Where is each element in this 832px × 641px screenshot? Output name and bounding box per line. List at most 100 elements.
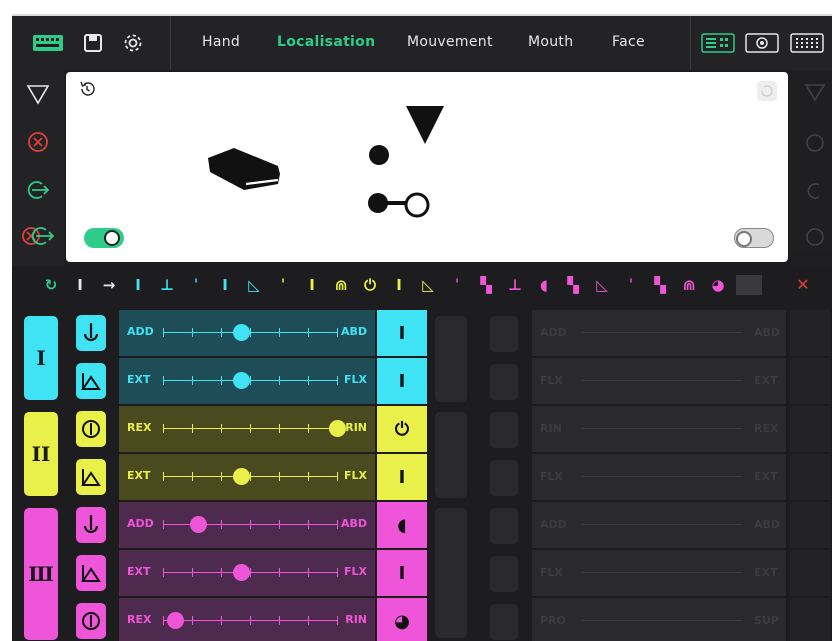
cancel-circle-icon[interactable]: [20, 124, 56, 160]
strip-handshape-glyph[interactable]: ⋒: [678, 274, 700, 296]
matrix-view-icon[interactable]: [790, 31, 824, 55]
joint-ext-button[interactable]: [76, 459, 106, 495]
ghost-slider: [532, 454, 786, 500]
joint-slider[interactable]: EXT FLX: [119, 550, 375, 596]
strip-handshape-glyph[interactable]: ˈ: [620, 274, 642, 296]
ghost-slider-track: [582, 380, 742, 381]
slider-thumb[interactable]: [233, 324, 251, 341]
slider-track[interactable]: [163, 612, 338, 629]
joint-slider[interactable]: EXT FLX: [119, 358, 375, 404]
cancel-enter-icon: [804, 226, 826, 252]
strip-handshape-glyph[interactable]: ˈ: [272, 274, 294, 296]
strip-handshape-glyph[interactable]: ˈ: [185, 274, 207, 296]
slider-track[interactable]: [163, 372, 338, 389]
strip-handshape-glyph[interactable]: ⏻: [359, 274, 381, 296]
hand-shape-glyph: [204, 144, 294, 200]
strip-handshape-glyph[interactable]: ⊥: [156, 274, 178, 296]
slider-tick: [337, 568, 338, 577]
slider-tick: [163, 520, 164, 529]
joint-slider[interactable]: ADD ABD: [119, 502, 375, 548]
layout-grid-icon[interactable]: [701, 31, 735, 55]
strip-handshape-glyph[interactable]: ⋒: [330, 274, 352, 296]
joint-ext-button[interactable]: [76, 555, 106, 591]
filter-triangle-icon[interactable]: [20, 76, 56, 112]
joint-rex-button[interactable]: [76, 603, 106, 639]
eye-view-icon[interactable]: [745, 31, 779, 55]
strip-handshape-glyph[interactable]: I: [127, 274, 149, 296]
joint-ext-button[interactable]: [76, 363, 106, 399]
save-icon[interactable]: [82, 31, 104, 55]
joint-slider[interactable]: ADD ABD: [119, 310, 375, 356]
nav-tab-face[interactable]: Face: [612, 34, 645, 50]
ghost-slider-track: [582, 620, 742, 621]
cancel-enter-icon[interactable]: [20, 218, 56, 254]
close-icon[interactable]: ✕: [792, 275, 814, 295]
gear-icon[interactable]: [122, 31, 144, 55]
ghost-slider-right-label: EXT: [754, 374, 778, 387]
toolbar-divider: [170, 16, 171, 70]
slider-tick: [250, 616, 251, 625]
ghost-slider-left-label: ADD: [540, 518, 567, 531]
slider-thumb[interactable]: [329, 420, 346, 437]
right-toggle-switch[interactable]: [734, 228, 774, 248]
strip-handshape-glyph[interactable]: I: [69, 274, 91, 296]
joint-state-indicator: ⏻: [377, 406, 427, 452]
strip-handshape-glyph[interactable]: ▚: [475, 274, 497, 296]
slider-track[interactable]: [163, 516, 338, 533]
strip-handshape-glyph[interactable]: ◖: [533, 274, 555, 296]
finger-group-1-button[interactable]: I: [24, 316, 58, 400]
slider-tick: [221, 568, 222, 577]
ghost-group-button: [435, 412, 467, 498]
joint-add-button[interactable]: [76, 507, 106, 543]
strip-handshape-glyph[interactable]: I: [214, 274, 236, 296]
strip-handshape-glyph[interactable]: ◺: [417, 274, 439, 296]
slider-track[interactable]: [163, 564, 338, 581]
strip-handshape-glyph[interactable]: ◺: [243, 274, 265, 296]
finger-group-3-button[interactable]: Ш: [24, 508, 58, 640]
strip-handshape-glyph[interactable]: ⊥: [504, 274, 526, 296]
slider-thumb[interactable]: [233, 564, 251, 581]
keyboard-icon[interactable]: [32, 31, 64, 55]
strip-handshape-glyph[interactable]: I: [388, 274, 410, 296]
strip-handshape-glyph[interactable]: I: [301, 274, 323, 296]
joint-slider[interactable]: EXT FLX: [119, 454, 375, 500]
nav-tab-localisation[interactable]: Localisation: [277, 34, 375, 50]
slider-tick: [163, 424, 164, 433]
slider-thumb[interactable]: [233, 372, 251, 389]
slider-tick: [192, 616, 193, 625]
slider-thumb[interactable]: [233, 468, 251, 485]
slider-right-label: ABD: [340, 325, 367, 338]
nav-tab-mouvement[interactable]: Mouvement: [407, 34, 493, 50]
arrow-icon[interactable]: →: [98, 274, 120, 296]
joint-state-indicator: ◕: [377, 598, 427, 641]
slider-thumb[interactable]: [189, 516, 207, 533]
history-icon[interactable]: [78, 80, 96, 102]
joint-state-indicator: ◖: [377, 502, 427, 548]
strip-handshape-glyph[interactable]: ˈ: [446, 274, 468, 296]
strip-handshape-glyph[interactable]: ▚: [562, 274, 584, 296]
slider-tick: [337, 376, 338, 385]
slider-track[interactable]: [163, 420, 346, 437]
strip-handshape-glyph[interactable]: ◕: [707, 274, 729, 296]
slider-tick: [279, 376, 280, 385]
enter-arrow-icon[interactable]: [20, 172, 56, 208]
slider-tick: [279, 616, 280, 625]
slider-track[interactable]: [163, 468, 338, 485]
left-toggle-switch[interactable]: [84, 228, 124, 248]
strip-handshape-glyph[interactable]: ◺: [591, 274, 613, 296]
slider-thumb[interactable]: [167, 612, 185, 629]
slider-tick: [250, 472, 251, 481]
joint-add-button[interactable]: [76, 315, 106, 351]
ghost-indicator: [790, 358, 830, 404]
slider-track[interactable]: [163, 324, 338, 341]
nav-tab-mouth[interactable]: Mouth: [528, 34, 573, 50]
joint-rex-button[interactable]: [76, 411, 106, 447]
top-toolbar: Hand Localisation Mouvement Mouth Face: [12, 16, 832, 70]
ghost-indicator: [790, 310, 830, 356]
finger-group-2-button[interactable]: II: [24, 412, 58, 496]
refresh-icon[interactable]: ↻: [40, 274, 62, 296]
nav-tab-hand[interactable]: Hand: [202, 34, 240, 50]
joint-slider[interactable]: REX RIN: [119, 406, 375, 452]
joint-slider[interactable]: REX RIN: [119, 598, 375, 641]
strip-handshape-glyph[interactable]: ▚: [649, 274, 671, 296]
